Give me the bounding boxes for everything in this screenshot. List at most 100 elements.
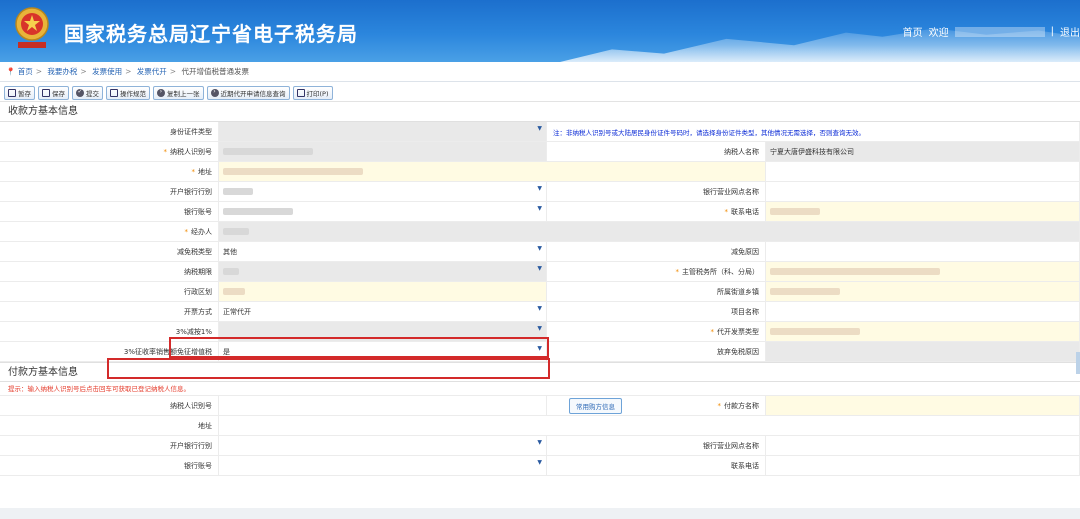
- chevron-down-icon: ▼: [537, 325, 542, 332]
- blurred-value: [770, 288, 840, 295]
- handler-label: 经办人: [191, 227, 212, 236]
- period-select[interactable]: ▼: [219, 262, 547, 282]
- blurred-value: [223, 228, 249, 235]
- empty-cell: [766, 162, 1080, 182]
- taxpayer-id-field[interactable]: [219, 142, 547, 162]
- payer-section-title: 付款方基本信息: [0, 362, 1080, 382]
- tax-office-field[interactable]: [766, 262, 1080, 282]
- address-label-cell: * 地址: [0, 162, 219, 182]
- breadcrumb-invoice-issue[interactable]: 发票代开: [137, 67, 167, 76]
- bank-select[interactable]: ▼: [219, 182, 547, 202]
- taxpayer-id-label: 纳税人识别号: [170, 147, 212, 156]
- submit-label: 提交: [86, 90, 99, 98]
- home-link[interactable]: 首页: [903, 24, 923, 39]
- copy-last-button[interactable]: › 复制上一张: [153, 86, 204, 100]
- bank-branch-label: 银行营业网点名称: [547, 182, 766, 202]
- copy-last-label: 复制上一张: [167, 90, 200, 98]
- chevron-down-icon: ▼: [537, 265, 542, 272]
- breadcrumb: 📍 首页 > 我要办税 > 发票使用 > 发票代开 > 代开增值税普通发票: [0, 62, 1080, 82]
- id-type-note-cell: 注：非纳税人识别号或大陆居民身份证件号码时，请选择身份证件类型，其他情况无需选择…: [547, 122, 1080, 142]
- address-label: 地址: [198, 167, 212, 176]
- id-type-note: 注：非纳税人识别号或大陆居民身份证件号码时，请选择身份证件类型，其他情况无需选择…: [553, 128, 865, 137]
- payer-phone-label: 联系电话: [547, 456, 766, 476]
- common-buyer-cell: 常用购方信息 * 付款方名称: [547, 396, 766, 416]
- payer-name-field[interactable]: [766, 396, 1080, 416]
- payer-taxpayer-id-label: 纳税人识别号: [0, 396, 219, 416]
- bank-label: 开户银行行别: [0, 182, 219, 202]
- id-type-select[interactable]: ▼: [219, 122, 547, 142]
- payer-address-field[interactable]: [219, 416, 1080, 436]
- exempt-select[interactable]: 是 ▼: [219, 342, 547, 362]
- save-button[interactable]: 保存: [38, 86, 69, 100]
- save-icon: [8, 89, 16, 97]
- reduce-select[interactable]: ▼: [219, 322, 547, 342]
- blurred-value: [223, 168, 363, 175]
- chevron-down-icon: ▼: [537, 305, 542, 312]
- payer-bank-label: 开户银行行别: [0, 436, 219, 456]
- issue-mode-value: 正常代开: [223, 307, 251, 316]
- waive-field[interactable]: [766, 342, 1080, 362]
- issue-mode-select[interactable]: 正常代开 ▼: [219, 302, 547, 322]
- tax-office-label: 主管税务所（科、分局）: [682, 267, 759, 276]
- payer-form: 纳税人识别号 常用购方信息 * 付款方名称 地址 开户银行行别 ▼ 银行营业网点名…: [0, 396, 1080, 476]
- payer-address-label: 地址: [0, 416, 219, 436]
- submit-button[interactable]: ✓ 提交: [72, 86, 103, 100]
- breadcrumb-current: 代开增值税普通发票: [181, 67, 249, 76]
- phone-label-cell: * 联系电话: [547, 202, 766, 222]
- phone-field[interactable]: [766, 202, 1080, 222]
- user-name-blurred: [954, 26, 1045, 37]
- common-buyer-button[interactable]: 常用购方信息: [569, 397, 622, 414]
- guide-button[interactable]: 操作规范: [106, 86, 150, 100]
- print-button[interactable]: 打印(P): [292, 86, 333, 100]
- invoice-type-field[interactable]: [766, 322, 1080, 342]
- street-label: 所属街道乡镇: [547, 282, 766, 302]
- search-icon: ›: [210, 89, 219, 97]
- payer-hint: 提示：输入纳税人识别号后点击回车可获取已登记纳税人信息。: [0, 382, 1080, 396]
- printer-icon: [296, 89, 305, 97]
- blurred-value: [770, 208, 820, 215]
- required-mark: *: [724, 207, 729, 216]
- payer-bank-branch-field[interactable]: [766, 436, 1080, 456]
- invoice-type-label: 代开发票类型: [717, 327, 759, 336]
- recent-query-button[interactable]: › 近期代开申请信息查询: [206, 86, 290, 100]
- relief-reason-field[interactable]: [766, 242, 1080, 262]
- toolbar: 暂存 保存 ✓ 提交 操作规范 › 复制上一张 › 近期代开申请信息查询 打印(P): [0, 82, 1080, 102]
- id-type-label: 身份证件类型: [0, 122, 219, 142]
- site-title: 国家税务总局辽宁省电子税务局: [64, 22, 358, 46]
- breadcrumb-invoice-use[interactable]: 发票使用: [92, 67, 122, 76]
- payer-bank-select[interactable]: ▼: [219, 436, 547, 456]
- relief-type-select[interactable]: 其他 ▼: [219, 242, 547, 262]
- blurred-value: [223, 288, 245, 295]
- required-mark: *: [675, 267, 680, 276]
- region-field[interactable]: [219, 282, 547, 302]
- chevron-down-icon: ▼: [537, 459, 542, 466]
- breadcrumb-home[interactable]: 首页: [18, 67, 33, 76]
- relief-reason-label: 减免原因: [547, 242, 766, 262]
- breadcrumb-tax[interactable]: 我要办税: [47, 67, 77, 76]
- payer-bank-branch-label: 银行营业网点名称: [547, 436, 766, 456]
- welcome-text: 欢迎: [928, 28, 949, 39]
- address-field[interactable]: [219, 162, 766, 182]
- required-mark: *: [717, 401, 722, 410]
- payer-taxpayer-id-field[interactable]: [219, 396, 547, 416]
- save-icon: [42, 89, 50, 97]
- chevron-down-icon: ▼: [537, 125, 542, 132]
- chevron-down-icon: ▼: [537, 185, 542, 192]
- scrollbar-handle[interactable]: [1076, 352, 1080, 374]
- project-label: 项目名称: [547, 302, 766, 322]
- bank-branch-field[interactable]: [766, 182, 1080, 202]
- account-field[interactable]: ▼: [219, 202, 547, 222]
- street-field[interactable]: [766, 282, 1080, 302]
- temp-save-button[interactable]: 暂存: [4, 86, 35, 100]
- payer-phone-field[interactable]: [766, 456, 1080, 476]
- save-label: 保存: [52, 90, 65, 98]
- logout-link[interactable]: 退出: [1060, 24, 1080, 39]
- payer-account-field[interactable]: ▼: [219, 456, 547, 476]
- top-links: 首页 欢迎 | 退出: [903, 24, 1080, 39]
- handler-field[interactable]: [219, 222, 1080, 242]
- payer-account-label: 银行账号: [0, 456, 219, 476]
- project-field[interactable]: [766, 302, 1080, 322]
- exempt-value: 是: [223, 347, 230, 356]
- blurred-value: [223, 208, 293, 215]
- relief-type-label: 减免税类型: [0, 242, 219, 262]
